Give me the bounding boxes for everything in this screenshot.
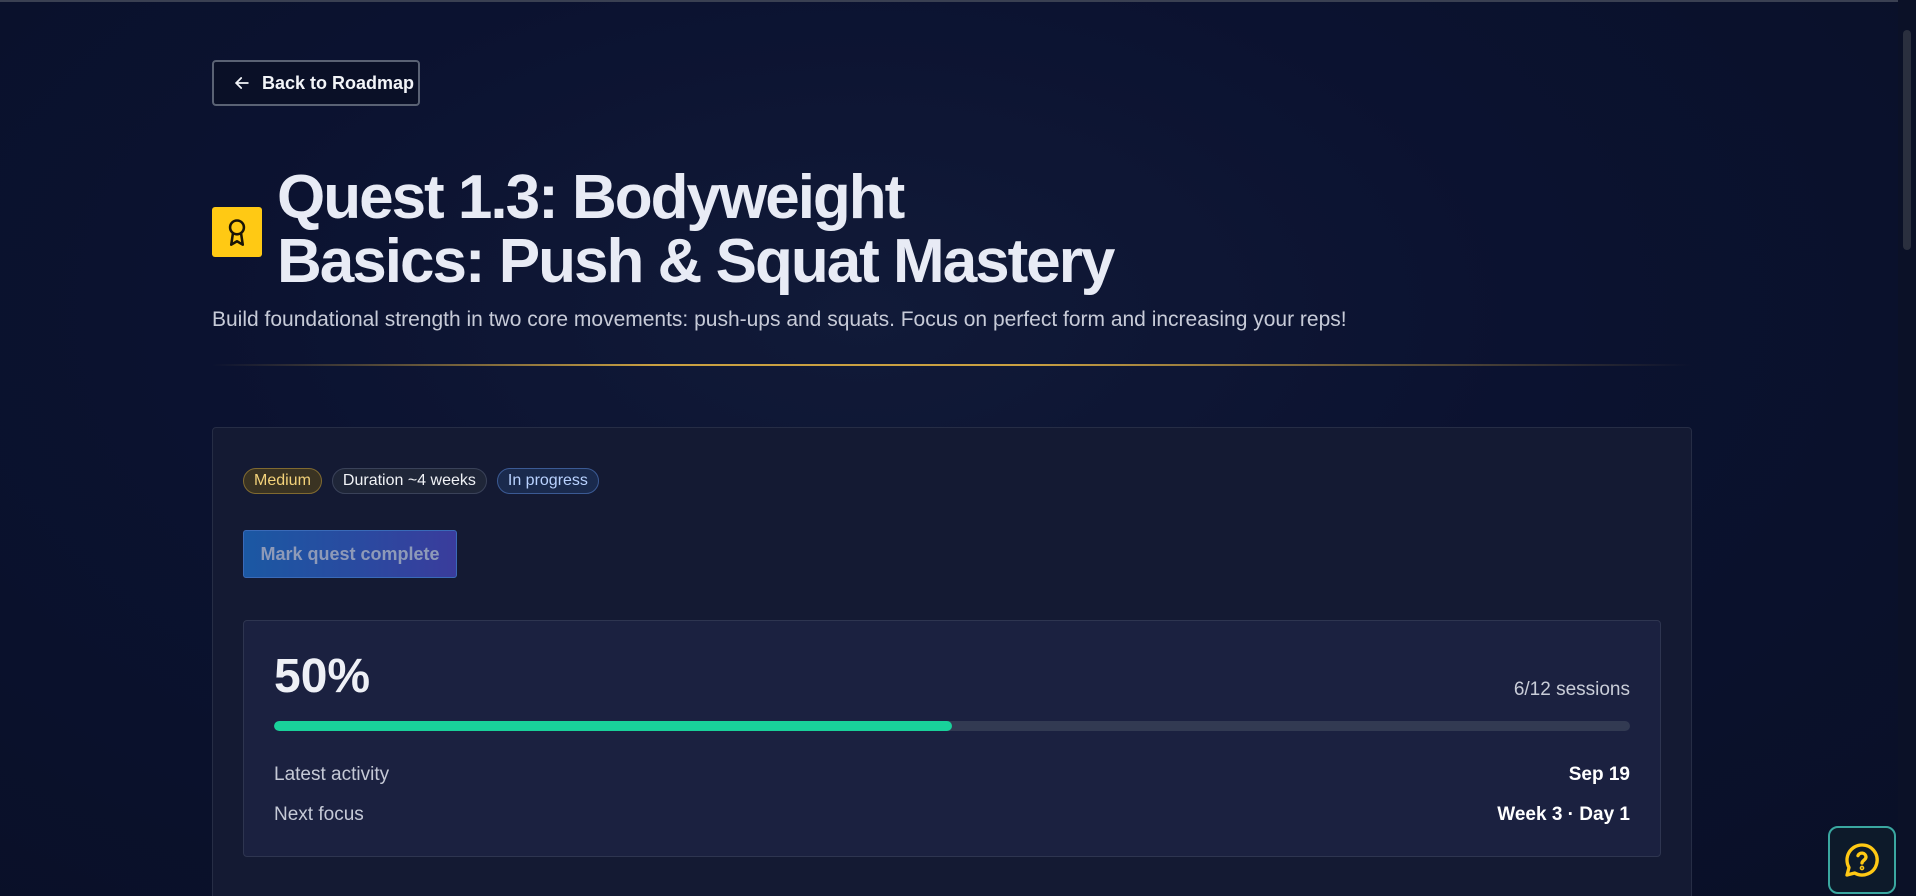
scrollbar-thumb[interactable] (1903, 30, 1911, 250)
back-to-roadmap-button[interactable]: Back to Roadmap (212, 60, 420, 106)
next-focus-value: Week 3 · Day 1 (1497, 804, 1630, 825)
progress-percent: 50% (274, 650, 371, 703)
gold-divider (212, 364, 1692, 366)
window-top-border (0, 0, 1916, 2)
back-button-label: Back to Roadmap (262, 72, 415, 93)
quest-description: Build foundational strength in two core … (212, 308, 1347, 331)
page-title: Quest 1.3: Bodyweight Basics: Push & Squ… (277, 166, 1177, 294)
help-chat-icon (1845, 843, 1879, 877)
latest-activity-label: Latest activity (274, 764, 390, 785)
status-badge: In progress (496, 468, 599, 494)
page-scrollbar[interactable] (1898, 0, 1916, 896)
progress-bar-fill (274, 721, 952, 731)
badge-row: Medium Duration ~4 weeks In progress (243, 468, 599, 494)
title-line-2: Basics: Push & Squat Mastery (277, 227, 1115, 296)
award-ribbon-icon (212, 207, 262, 257)
progress-panel: 50% 6/12 sessions Latest activity Sep 19… (243, 620, 1661, 857)
difficulty-badge: Medium (243, 468, 322, 494)
quest-card: Medium Duration ~4 weeks In progress Mar… (212, 427, 1692, 896)
help-chat-button[interactable] (1828, 826, 1896, 894)
next-focus-label: Next focus (274, 804, 364, 825)
progress-bar (274, 721, 1630, 731)
sessions-count: 6/12 sessions (1513, 679, 1630, 700)
latest-activity-value: Sep 19 (1568, 764, 1630, 785)
arrow-left-icon (235, 77, 249, 89)
mark-quest-complete-button[interactable]: Mark quest complete (243, 530, 457, 578)
duration-badge: Duration ~4 weeks (331, 468, 487, 494)
title-line-1: Quest 1.3: Bodyweight (277, 163, 905, 232)
